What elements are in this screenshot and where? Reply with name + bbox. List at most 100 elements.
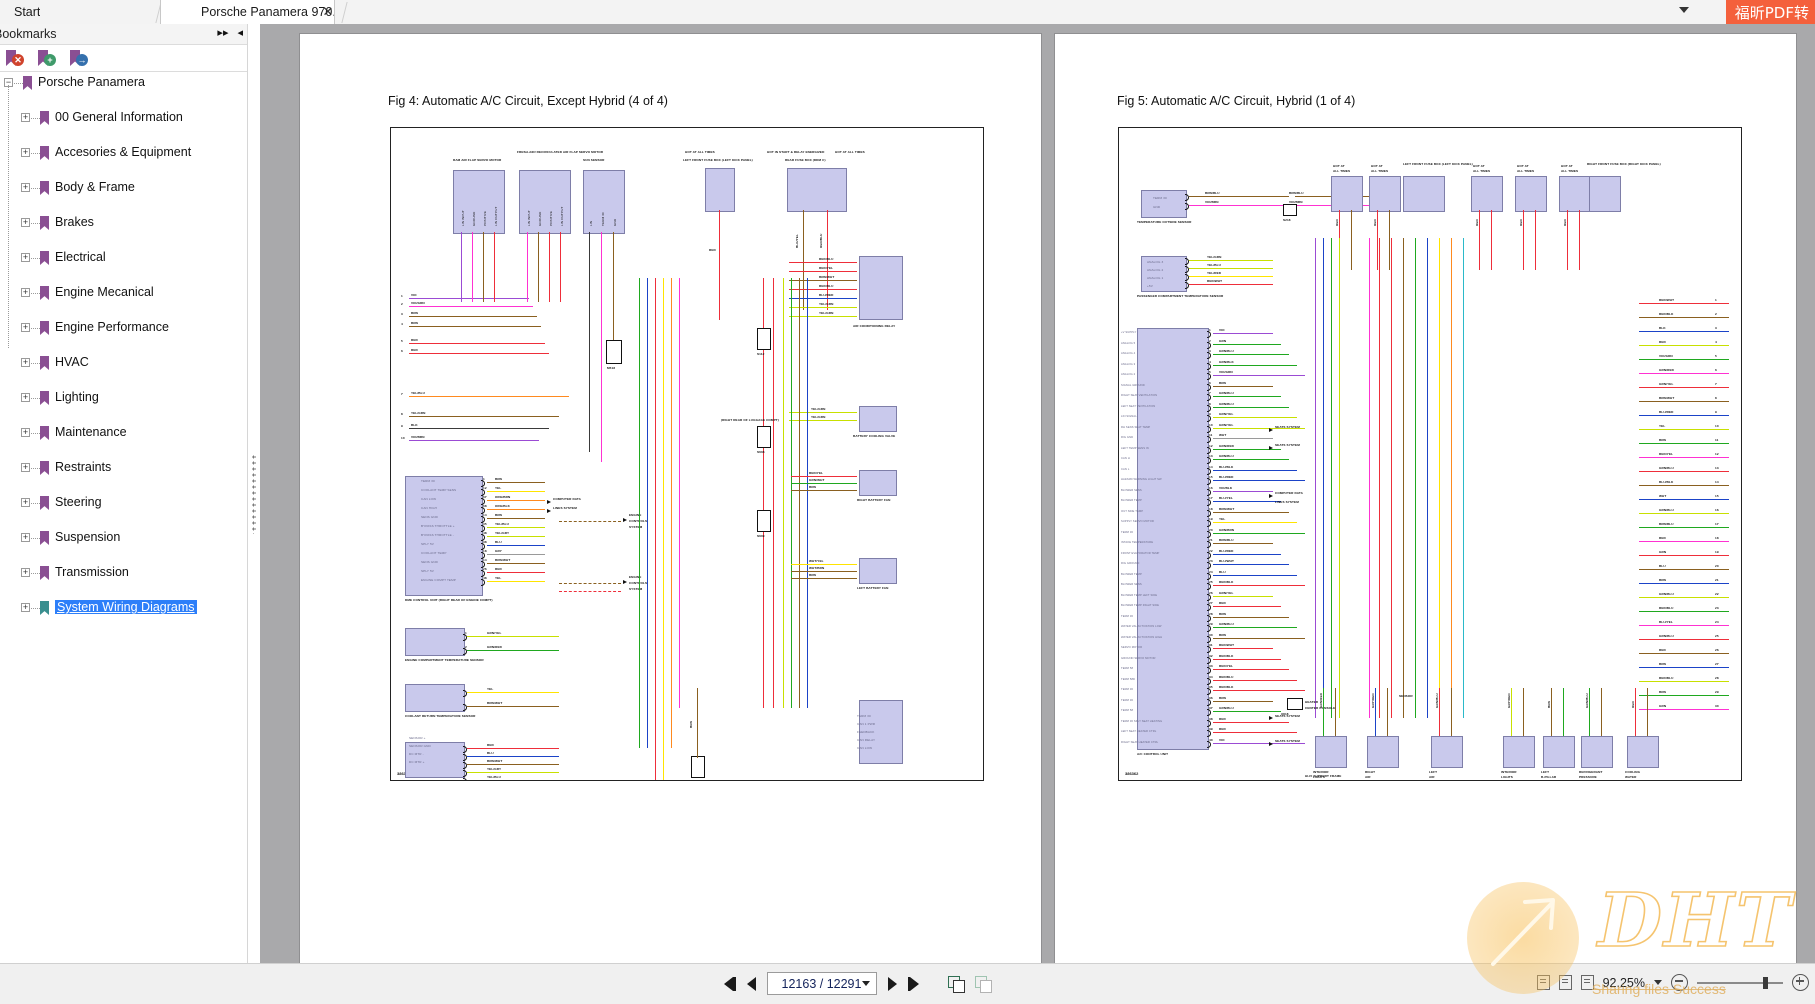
expand-collapse-icon[interactable]: + <box>21 568 30 577</box>
sidebar-splitter[interactable] <box>248 24 260 964</box>
wire-code: GRN/BLU <box>1219 349 1234 353</box>
expand-collapse-icon[interactable]: + <box>21 323 30 332</box>
zoom-slider[interactable] <box>1697 976 1783 990</box>
collapse-panel-icon[interactable]: ◂ <box>237 27 243 39</box>
connector-pin <box>1207 467 1211 475</box>
wire-code: GRN/BLU <box>1659 634 1674 638</box>
previous-page-button[interactable] <box>746 974 756 994</box>
zoom-dropdown-icon[interactable] <box>1654 980 1662 985</box>
first-page-button[interactable] <box>724 974 736 994</box>
goto-bookmark-icon[interactable]: → <box>70 50 88 67</box>
sidebar-item-steering[interactable]: + Steering <box>0 494 247 512</box>
zoom-in-button[interactable] <box>1792 974 1809 991</box>
previous-view-icon[interactable] <box>948 976 965 993</box>
wire <box>601 232 603 462</box>
chevron-down-icon[interactable] <box>1679 7 1689 13</box>
expand-collapse-icon[interactable]: + <box>21 358 30 367</box>
wire-code: GRN/BLU <box>1219 391 1234 395</box>
last-page-button[interactable] <box>907 974 919 994</box>
component-block <box>705 168 735 212</box>
pin-number: 30 <box>1209 632 1213 637</box>
expand-collapse-icon[interactable]: + <box>21 113 30 122</box>
arrow-icon <box>1269 716 1273 720</box>
pin-number: 20 <box>1715 564 1719 568</box>
document-viewport[interactable]: Fig 4: Automatic A/C Circuit, Except Hyb… <box>260 24 1815 964</box>
brand-tab[interactable]: 福昕PDF转 <box>1725 0 1815 24</box>
expand-collapse-icon[interactable]: + <box>21 533 30 542</box>
wire <box>467 636 559 637</box>
delete-bookmark-icon[interactable]: ✕ <box>6 50 24 67</box>
sidebar-item-00-general-information[interactable]: +00 General Information <box>0 109 247 127</box>
component-label: SUN SENSOR <box>583 158 605 162</box>
wire-code: BRN <box>1219 695 1227 700</box>
zoom-out-button[interactable] <box>1671 974 1688 991</box>
pin-number: 14 <box>1209 464 1213 469</box>
wire <box>1213 553 1281 555</box>
slider-knob[interactable] <box>1763 976 1768 989</box>
close-icon[interactable]: ✕ <box>320 4 336 20</box>
sidebar-item-restraints[interactable]: + Restraints <box>0 459 247 477</box>
expand-collapse-icon[interactable]: + <box>21 603 30 612</box>
note-label: ALL TIMES <box>1517 169 1535 173</box>
arrow-icon <box>623 518 627 522</box>
sidebar-item-brakes[interactable]: + Brakes <box>0 214 247 232</box>
sidebar-item-body-frame[interactable]: + Body & Frame <box>0 179 247 197</box>
pin-label: RIG GROUND <box>1121 562 1140 565</box>
expand-collapse-icon[interactable]: + <box>21 498 30 507</box>
wire <box>1639 569 1729 570</box>
system-link-label: SEATS SYSTEM <box>1275 425 1300 429</box>
pin-label: TERM 30 <box>601 212 605 226</box>
expand-collapse-icon[interactable]: + <box>21 253 30 262</box>
sidebar-item-lighting[interactable]: + Lighting <box>0 389 247 407</box>
wire <box>1639 695 1729 696</box>
connector-pin <box>1207 383 1211 391</box>
next-page-button[interactable] <box>887 974 897 994</box>
sidebar-item-engine-mecanical[interactable]: + Engine Mecanical <box>0 284 247 302</box>
tab-document[interactable]: Porsche Panamera 970... <box>160 0 335 24</box>
pin-label: RH SENS SEAT TEMP <box>1121 425 1151 429</box>
continuous-page-icon[interactable] <box>1580 975 1594 990</box>
sidebar-item-system-wiring-diagrams[interactable]: + System Wiring Diagrams <box>0 599 247 617</box>
pin-label: TERM 30 <box>1121 614 1134 618</box>
next-view-icon[interactable] <box>975 976 992 993</box>
sidebar-item-transmission[interactable]: + Transmission <box>0 564 247 582</box>
relay-block <box>859 256 903 320</box>
expand-collapse-icon[interactable]: + <box>21 148 30 157</box>
pin-number: 4 <box>401 322 403 326</box>
connector-pin <box>1207 509 1211 517</box>
expand-collapse-icon[interactable]: + <box>21 428 30 437</box>
pin-number: 12 <box>483 486 487 490</box>
expand-all-icon[interactable]: ▸▸ <box>217 27 228 39</box>
expand-collapse-icon[interactable]: + <box>21 288 30 297</box>
bookmarks-toolbar: ✕ + → <box>0 45 247 72</box>
pin-number: 22 <box>1209 548 1213 553</box>
note-label: ALL TIMES <box>1473 169 1491 173</box>
sidebar-item-accesories-equipment[interactable]: + Accesories & Equipment <box>0 144 247 162</box>
sidebar-item-electrical[interactable]: + Electrical <box>0 249 247 267</box>
pin-number: 10 <box>1715 424 1719 428</box>
expand-collapse-icon[interactable]: + <box>21 183 30 192</box>
page-layout-icon[interactable] <box>1536 975 1550 990</box>
connector-pin <box>1207 719 1211 727</box>
sidebar-item-engine-performance[interactable]: + Engine Performance <box>0 319 247 337</box>
wire-code: BRN <box>495 477 503 481</box>
single-page-icon[interactable] <box>1558 975 1572 990</box>
expand-collapse-icon[interactable]: + <box>21 218 30 227</box>
splitter-grip[interactable] <box>252 454 256 534</box>
chevron-down-icon[interactable] <box>861 981 870 986</box>
expand-collapse-icon[interactable]: + <box>21 463 30 472</box>
expand-collapse-icon[interactable]: + <box>21 393 30 402</box>
wire <box>409 306 533 308</box>
bookmark-root-row[interactable]: − Porsche Panamera <box>0 74 247 92</box>
new-bookmark-icon[interactable]: + <box>38 50 56 67</box>
connector-box <box>606 340 622 364</box>
wire-code: GRN/BLU <box>1435 693 1439 708</box>
sidebar-item-suspension[interactable]: + Suspension <box>0 529 247 547</box>
pin-label: BYPASS THROTTLE - <box>421 533 454 537</box>
wire-code: BRN/WHT <box>819 275 835 279</box>
system-link-label: LINES SYSTEM <box>1275 500 1299 504</box>
sidebar-item-maintenance[interactable]: + Maintenance <box>0 424 247 442</box>
wire <box>409 440 539 442</box>
page-indicator-input[interactable]: 12163 / 12291 <box>766 972 877 995</box>
sidebar-item-hvac[interactable]: + HVAC <box>0 354 247 372</box>
